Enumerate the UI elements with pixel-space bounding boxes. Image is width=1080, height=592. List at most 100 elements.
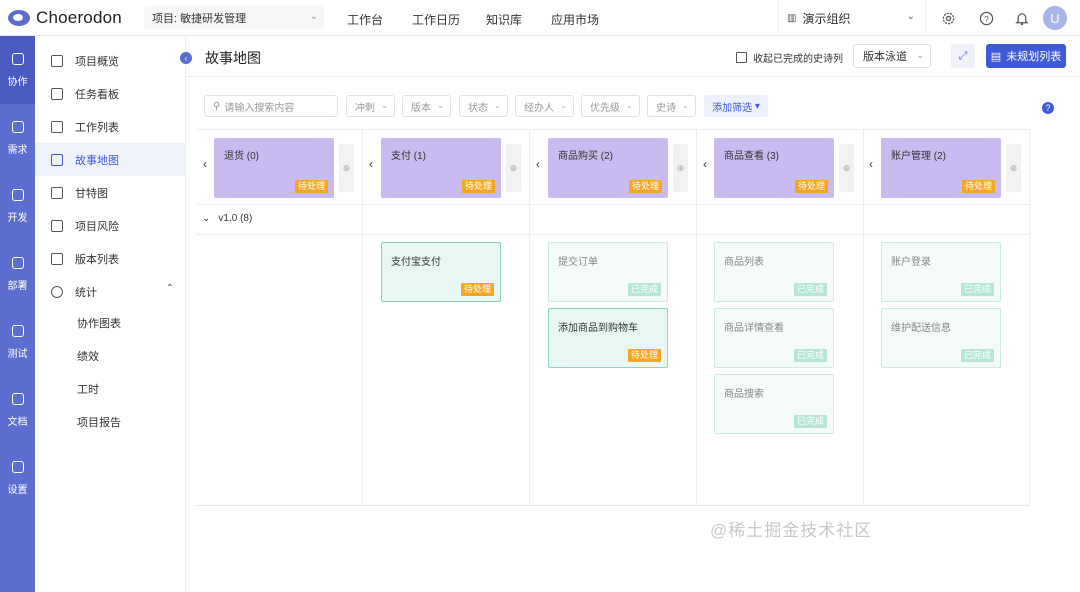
chevron-left-icon[interactable]: ‹: [703, 157, 707, 171]
story-card[interactable]: 添加商品到购物车 待处理: [548, 308, 668, 368]
nav-knowledge-base[interactable]: 知识库: [486, 11, 522, 28]
version-swimlane-header[interactable]: ⌄ v1.0 (8): [202, 213, 252, 224]
sidebar-item-overview[interactable]: 项目概览: [35, 44, 186, 77]
project-selector[interactable]: 项目: 敏捷研发管理 ⌄: [144, 6, 324, 30]
chevron-left-icon[interactable]: ‹: [369, 157, 373, 171]
nav-work-calendar[interactable]: 工作日历: [412, 11, 460, 28]
story-card[interactable]: 商品详情查看 已完成: [714, 308, 834, 368]
add-column-icon[interactable]: ⊕: [673, 144, 688, 192]
add-column-icon[interactable]: ⊕: [839, 144, 854, 192]
sidebar-item-board[interactable]: 任务看板: [35, 77, 186, 110]
filter-priority[interactable]: 优先级 ⌄: [581, 95, 640, 117]
chevron-down-icon: ⌄: [682, 101, 689, 110]
sidebar-item-stats[interactable]: 统计 ⌃: [35, 275, 186, 308]
story-card[interactable]: 提交订单 已完成: [548, 242, 668, 302]
sidebar-item-risk[interactable]: 项目风险: [35, 209, 186, 242]
story-title: 维护配送信息: [891, 323, 951, 334]
logo-icon: [8, 10, 30, 26]
filter-sprint[interactable]: 冲刺 ⌄: [346, 95, 395, 117]
epic-card[interactable]: 账户管理 (2) 待处理: [881, 138, 1001, 198]
add-column-icon[interactable]: ⊕: [339, 144, 354, 192]
story-card[interactable]: 商品搜索 已完成: [714, 374, 834, 434]
epic-card[interactable]: 商品购买 (2) 待处理: [548, 138, 668, 198]
story-title: 商品列表: [724, 257, 764, 268]
filter-label: 冲刺: [355, 102, 375, 114]
filter-label: 优先级: [590, 102, 620, 114]
epic-card[interactable]: 支付 (1) 待处理: [381, 138, 501, 198]
filter-version[interactable]: 版本 ⌄: [402, 95, 451, 117]
bell-icon[interactable]: [1012, 8, 1032, 28]
rail-item-deploy[interactable]: 部署: [0, 240, 35, 308]
story-card[interactable]: 支付宝支付 待处理: [381, 242, 501, 302]
avatar[interactable]: U: [1043, 6, 1067, 30]
sidebar-sub-performance[interactable]: 绩效: [77, 348, 99, 364]
rail-label: 测试: [7, 348, 28, 360]
unplanned-list-button[interactable]: ▤ 未规划列表: [986, 44, 1066, 68]
rail-item-document[interactable]: 文档: [0, 376, 35, 444]
app-logo[interactable]: Choerodon: [8, 8, 122, 28]
settings-icon: [11, 460, 24, 473]
sidebar-item-label: 任务看板: [75, 88, 119, 101]
story-card[interactable]: 商品列表 已完成: [714, 242, 834, 302]
search-input[interactable]: ⚲ 请输入搜索内容: [204, 95, 338, 117]
sidebar-item-label: 故事地图: [75, 154, 119, 167]
chevron-left-icon[interactable]: ‹: [203, 157, 207, 171]
status-badge: 已完成: [793, 415, 827, 428]
story-card[interactable]: 维护配送信息 已完成: [881, 308, 1001, 368]
sidebar-item-label: 项目风险: [75, 220, 119, 233]
sidebar-item-work-list[interactable]: 工作列表: [35, 110, 186, 143]
rail-item-requirement[interactable]: 需求: [0, 104, 35, 172]
rail-item-cooperation[interactable]: 协作: [0, 36, 35, 104]
swimlane-select[interactable]: 版本泳道 ⌄: [853, 44, 931, 68]
rail-item-settings[interactable]: 设置: [0, 444, 35, 512]
chevron-down-icon: ⌄: [437, 101, 444, 110]
add-column-icon[interactable]: ⊕: [506, 144, 521, 192]
add-filter-button[interactable]: 添加筛选 ▾: [704, 95, 768, 117]
sidebar-item-versions[interactable]: 版本列表: [35, 242, 186, 275]
help-icon[interactable]: ?: [1042, 102, 1054, 114]
filter-label: 史诗: [656, 102, 676, 114]
status-badge: 待处理: [460, 283, 494, 296]
unplanned-list-label: 未规划列表: [1006, 51, 1062, 63]
sidebar-sub-coop-chart[interactable]: 协作图表: [77, 315, 121, 331]
list-icon: [51, 120, 63, 133]
org-selector[interactable]: ▥ 演示组织 ⌄: [778, 0, 926, 36]
filter-status[interactable]: 状态 ⌄: [459, 95, 508, 117]
add-column-icon[interactable]: ⊕: [1006, 144, 1021, 192]
collapse-completed-checkbox[interactable]: 收起已完成的史诗列: [736, 50, 843, 65]
epic-title: 商品查看 (3): [724, 151, 779, 162]
sidebar-sub-work-hours[interactable]: 工时: [77, 381, 99, 397]
nav-workbench[interactable]: 工作台: [347, 11, 383, 28]
epic-card[interactable]: 商品查看 (3) 待处理: [714, 138, 834, 198]
status-badge: 已完成: [960, 349, 994, 362]
sidebar-item-label: 项目概览: [75, 55, 119, 68]
org-icon: ▥: [787, 12, 797, 24]
filter-assignee[interactable]: 经办人 ⌄: [515, 95, 574, 117]
board-icon: [51, 87, 63, 100]
chevron-left-icon[interactable]: ‹: [536, 157, 540, 171]
column-divider: [863, 130, 864, 506]
status-badge: 待处理: [461, 180, 495, 193]
rail-item-test[interactable]: 测试: [0, 308, 35, 376]
fullscreen-icon[interactable]: ⤢: [951, 44, 975, 68]
sidebar-sub-project-report[interactable]: 项目报告: [77, 414, 121, 430]
nav-app-market[interactable]: 应用市场: [551, 11, 599, 28]
rail-label: 部署: [7, 280, 28, 292]
test-icon: [11, 324, 24, 337]
filter-epic[interactable]: 史诗 ⌄: [647, 95, 696, 117]
story-title: 商品详情查看: [724, 323, 784, 334]
epic-title: 支付 (1): [391, 151, 426, 162]
epic-card[interactable]: 退货 (0) 待处理: [214, 138, 334, 198]
sidebar-item-story-map[interactable]: 故事地图: [35, 143, 186, 176]
chevron-left-icon[interactable]: ‹: [869, 157, 873, 171]
page-title: 故事地图: [205, 50, 261, 66]
sidebar-item-gantt[interactable]: 甘特图: [35, 176, 186, 209]
gear-icon[interactable]: [938, 8, 958, 28]
status-badge: 待处理: [961, 180, 995, 193]
story-card[interactable]: 账户登录 已完成: [881, 242, 1001, 302]
rail-label: 需求: [7, 144, 28, 156]
chevron-down-icon: ⌄: [626, 101, 633, 110]
help-icon[interactable]: ?: [976, 8, 996, 28]
code-icon: [11, 188, 24, 201]
rail-item-development[interactable]: 开发: [0, 172, 35, 240]
